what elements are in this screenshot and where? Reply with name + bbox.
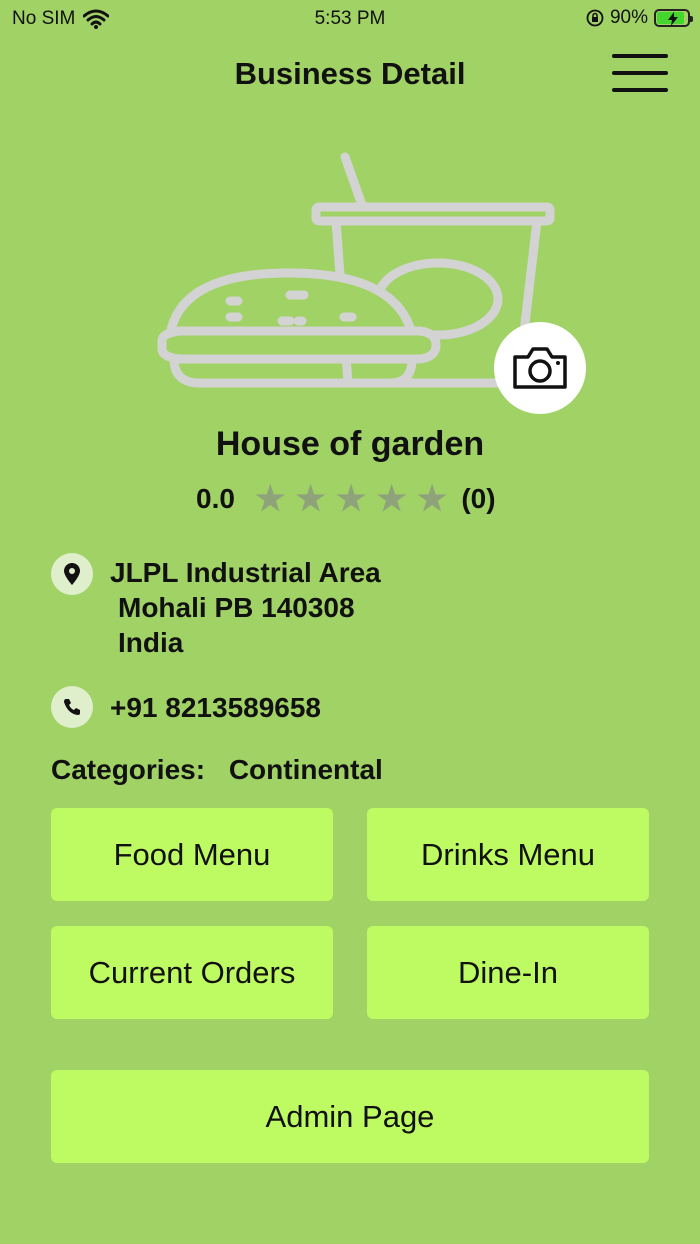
star-icon[interactable]: ★ <box>295 482 325 516</box>
categories: Categories: Continental <box>51 754 383 786</box>
address-line: India <box>118 627 184 658</box>
status-bar: No SIM 5:53 PM 90% <box>0 0 700 36</box>
battery-icon <box>654 9 693 27</box>
dine-in-button[interactable]: Dine-In <box>367 926 649 1019</box>
categories-label: Categories: <box>51 754 206 785</box>
address-line: JLPL Industrial Area <box>110 557 381 588</box>
page-title: Business Detail <box>234 56 466 91</box>
battery-percent: 90% <box>609 7 648 28</box>
orientation-lock-icon <box>586 9 604 27</box>
review-count: (0) <box>461 483 496 514</box>
location-pin-icon <box>51 553 93 595</box>
star-icon[interactable]: ★ <box>376 482 406 516</box>
camera-button[interactable] <box>494 322 586 414</box>
business-address: JLPL Industrial Area Mohali PB 140308 In… <box>110 555 381 660</box>
categories-value: Continental <box>228 754 383 785</box>
address-line: Mohali PB 140308 <box>118 592 355 623</box>
hamburger-menu-icon[interactable] <box>612 54 668 98</box>
phone-icon <box>51 686 93 728</box>
phone-number[interactable]: +91 8213589658 <box>110 692 321 724</box>
current-orders-button[interactable]: Current Orders <box>51 926 333 1019</box>
rating-value: 0.0 <box>196 483 235 514</box>
business-name: House of garden <box>215 425 485 463</box>
star-icon[interactable]: ★ <box>336 482 366 516</box>
food-menu-button[interactable]: Food Menu <box>51 808 333 901</box>
drinks-menu-button[interactable]: Drinks Menu <box>367 808 649 901</box>
admin-page-button[interactable]: Admin Page <box>51 1070 649 1163</box>
star-icon[interactable]: ★ <box>255 482 285 516</box>
star-icon[interactable]: ★ <box>417 482 447 516</box>
rating-row: 0.0 ★ ★ ★ ★ ★ (0) <box>196 482 496 516</box>
camera-icon <box>513 347 567 389</box>
